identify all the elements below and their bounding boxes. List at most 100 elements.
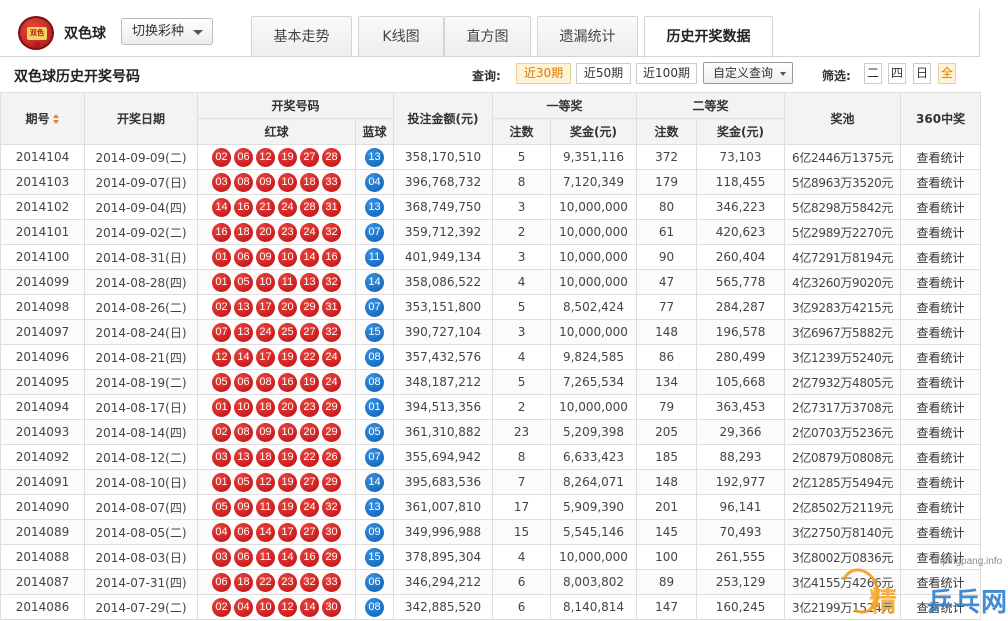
- query-last-30-button[interactable]: 近30期: [516, 63, 571, 84]
- col-sales-header: 投注金额(元): [393, 92, 494, 145]
- blue-ball-cell: 13: [354, 144, 395, 170]
- blue-ball: 08: [365, 597, 384, 617]
- date-cell: 2014-09-02(二): [84, 219, 198, 245]
- view-stats-link[interactable]: 查看统计: [917, 301, 965, 315]
- first-count-cell: 2: [492, 219, 552, 245]
- red-ball: 08: [234, 422, 253, 442]
- stats-cell: 查看统计: [900, 194, 982, 220]
- blue-ball: 14: [365, 472, 384, 492]
- issue-cell: 2014094: [0, 394, 85, 420]
- sales-cell: 359,712,392: [393, 219, 494, 245]
- stats-cell: 查看统计: [900, 594, 982, 620]
- view-stats-link[interactable]: 查看统计: [917, 326, 965, 340]
- red-ball: 19: [278, 497, 297, 517]
- date-cell: 2014-08-05(二): [84, 519, 198, 545]
- second-prize-cell: 260,404: [696, 244, 786, 270]
- second-prize-cell: 565,778: [696, 269, 786, 295]
- red-ball: 16: [322, 247, 341, 267]
- red-balls-cell: 02 08 09 10 20 29: [197, 419, 356, 445]
- sales-cell: 368,749,750: [393, 194, 494, 220]
- filter-thursday-button[interactable]: 四: [888, 63, 906, 84]
- stats-cell: 查看统计: [900, 144, 982, 170]
- red-ball: 05: [234, 472, 253, 492]
- first-count-cell: 7: [492, 469, 552, 495]
- custom-query-dropdown[interactable]: 自定义查询: [703, 62, 793, 84]
- blue-ball: 04: [365, 172, 384, 192]
- view-stats-link[interactable]: 查看统计: [917, 476, 965, 490]
- view-stats-link[interactable]: 查看统计: [917, 526, 965, 540]
- blue-ball-cell: 06: [354, 569, 395, 595]
- stats-cell: 查看统计: [900, 444, 982, 470]
- view-stats-link[interactable]: 查看统计: [917, 376, 965, 390]
- table-row: 2014088 2014-08-03(日) 03 06 11 14 16 29 15 378,89…: [0, 544, 982, 570]
- view-stats-link[interactable]: 查看统计: [917, 276, 965, 290]
- query-last-50-button[interactable]: 近50期: [576, 63, 631, 84]
- sales-cell: 396,768,732: [393, 169, 494, 195]
- tab-basic-trend[interactable]: 基本走势: [251, 16, 352, 57]
- red-ball: 05: [234, 272, 253, 292]
- col-issue-header[interactable]: 期号: [0, 92, 85, 145]
- issue-cell: 2014092: [0, 444, 85, 470]
- red-ball: 31: [322, 297, 341, 317]
- red-ball: 19: [278, 447, 297, 467]
- red-ball: 22: [300, 347, 319, 367]
- red-ball: 17: [278, 522, 297, 542]
- filter-sunday-button[interactable]: 日: [913, 63, 931, 84]
- red-ball: 13: [300, 272, 319, 292]
- second-count-cell: 77: [636, 294, 698, 320]
- second-count-cell: 147: [636, 594, 698, 620]
- view-stats-link[interactable]: 查看统计: [917, 576, 965, 590]
- caret-down-icon: [193, 30, 203, 35]
- view-stats-link[interactable]: 查看统计: [917, 501, 965, 515]
- view-stats-link[interactable]: 查看统计: [917, 176, 965, 190]
- view-stats-link[interactable]: 查看统计: [917, 401, 965, 415]
- view-stats-link[interactable]: 查看统计: [917, 226, 965, 240]
- view-stats-link[interactable]: 查看统计: [917, 551, 965, 565]
- stats-cell: 查看统计: [900, 219, 982, 245]
- view-stats-link[interactable]: 查看统计: [917, 201, 965, 215]
- red-ball: 16: [278, 372, 297, 392]
- view-stats-link[interactable]: 查看统计: [917, 351, 965, 365]
- tab-histogram[interactable]: 直方图: [444, 16, 531, 57]
- red-ball: 19: [278, 472, 297, 492]
- sales-cell: 401,949,134: [393, 244, 494, 270]
- first-prize-cell: 8,003,802: [550, 569, 638, 595]
- first-count-cell: 4: [492, 544, 552, 570]
- date-cell: 2014-07-31(四): [84, 569, 198, 595]
- red-ball: 23: [278, 222, 297, 242]
- view-stats-link[interactable]: 查看统计: [917, 426, 965, 440]
- red-ball: 14: [212, 197, 231, 217]
- sort-icon[interactable]: [52, 114, 60, 125]
- view-stats-link[interactable]: 查看统计: [917, 251, 965, 265]
- sales-cell: 346,294,212: [393, 569, 494, 595]
- switch-lottery-button[interactable]: 切换彩种: [121, 18, 213, 45]
- red-ball: 20: [278, 397, 297, 417]
- issue-cell: 2014099: [0, 269, 85, 295]
- red-ball: 13: [234, 322, 253, 342]
- issue-cell: 2014102: [0, 194, 85, 220]
- view-stats-link[interactable]: 查看统计: [917, 451, 965, 465]
- first-prize-cell: 5,909,390: [550, 494, 638, 520]
- date-cell: 2014-08-19(二): [84, 369, 198, 395]
- query-last-100-button[interactable]: 近100期: [636, 63, 697, 84]
- tab-kline[interactable]: K线图: [358, 16, 444, 57]
- view-stats-link[interactable]: 查看统计: [917, 601, 965, 615]
- blue-ball: 07: [365, 297, 384, 317]
- stats-cell: 查看统计: [900, 469, 982, 495]
- blue-ball-cell: 08: [354, 594, 395, 620]
- first-count-cell: 6: [492, 594, 552, 620]
- filter-all-button[interactable]: 全: [938, 63, 956, 84]
- second-prize-cell: 253,129: [696, 569, 786, 595]
- blue-ball-cell: 13: [354, 194, 395, 220]
- tab-history-data[interactable]: 历史开奖数据: [644, 16, 773, 58]
- stats-cell: 查看统计: [900, 419, 982, 445]
- red-ball: 18: [300, 172, 319, 192]
- view-stats-link[interactable]: 查看统计: [917, 151, 965, 165]
- red-ball: 12: [212, 347, 231, 367]
- red-ball: 32: [322, 497, 341, 517]
- first-count-cell: 8: [492, 444, 552, 470]
- tab-missing-stats[interactable]: 遗漏统计: [537, 16, 638, 57]
- filter-tuesday-button[interactable]: 二: [864, 63, 882, 84]
- issue-cell: 2014103: [0, 169, 85, 195]
- red-ball: 29: [322, 472, 341, 492]
